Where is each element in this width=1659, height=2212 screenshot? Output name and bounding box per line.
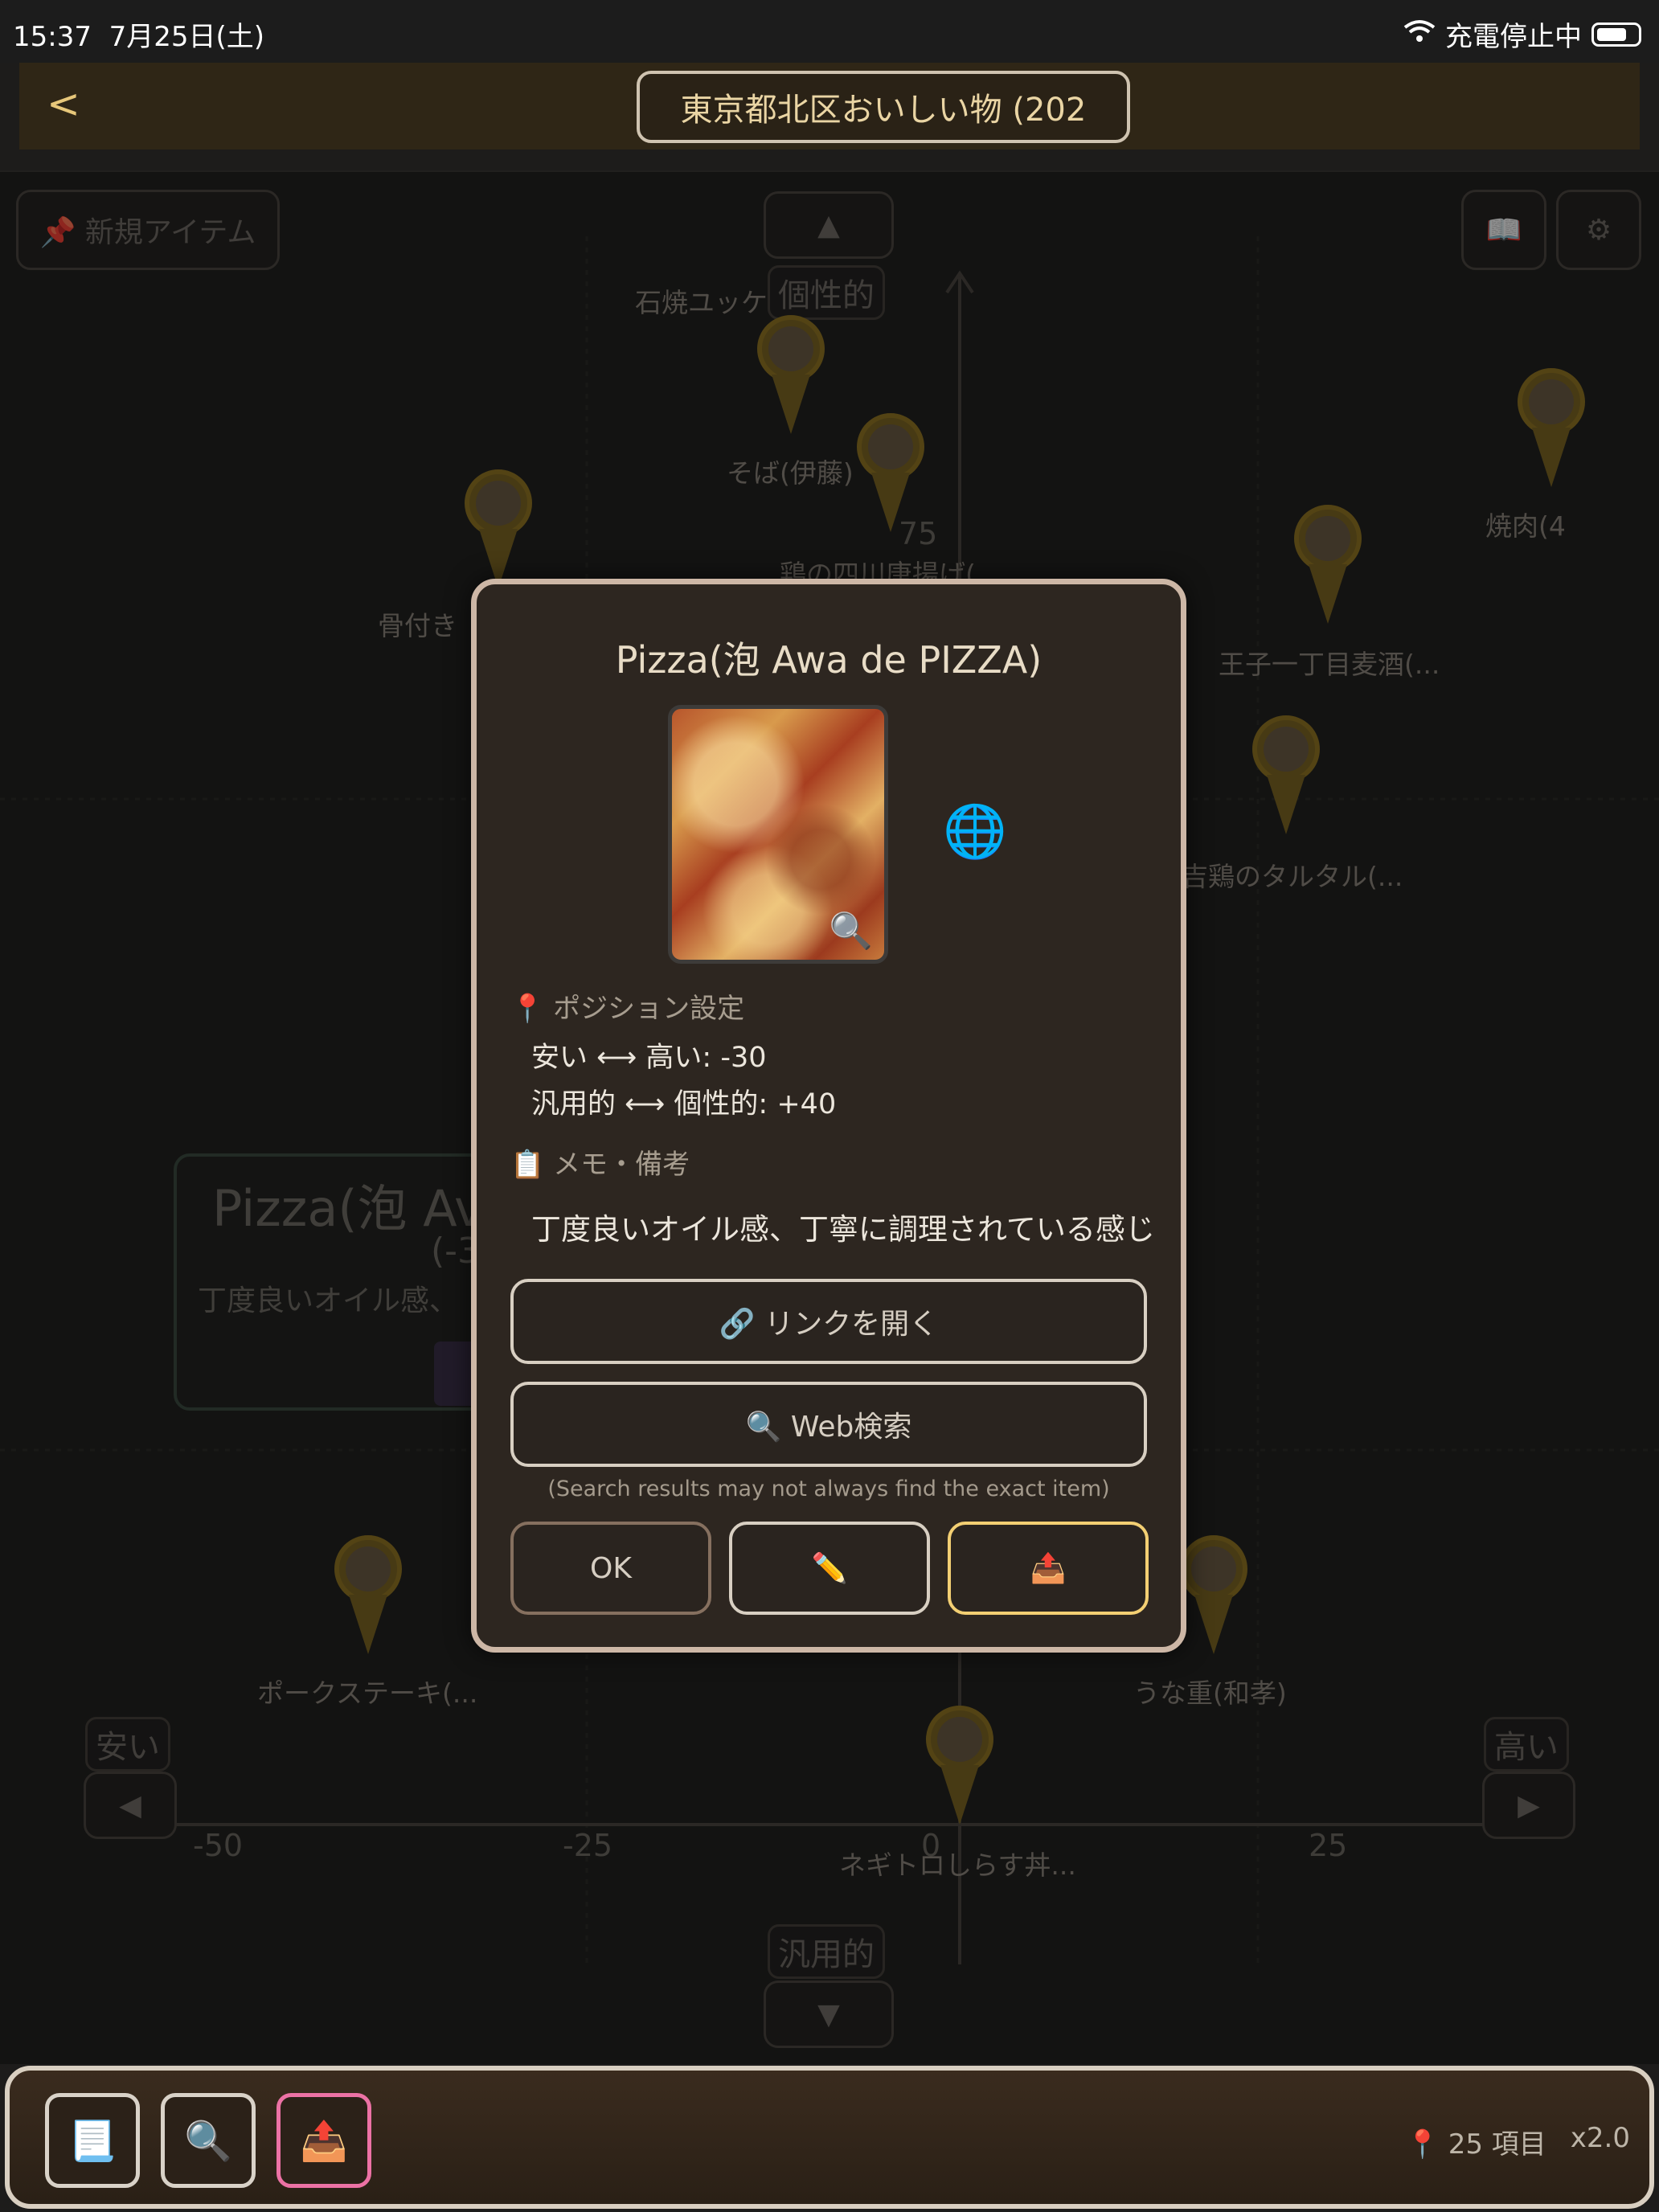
share-icon[interactable]: 📤 <box>276 2093 371 2188</box>
back-button[interactable]: < <box>47 80 80 127</box>
status-date: 7月25日(土) <box>109 21 265 53</box>
item-count: 📍 25 項目 <box>1405 2128 1546 2161</box>
y-position-value: 汎用的 ⟷ 個性的: +40 <box>531 1088 837 1120</box>
position-header: 📍 ポジション設定 <box>510 993 745 1025</box>
globe-icon[interactable]: 🌐 <box>943 801 1007 862</box>
item-detail-dialog: Pizza(泡 Awa de PIZZA) 🔍 🌐 📍 ポジション設定 安い ⟷… <box>471 579 1186 1653</box>
battery-icon <box>1591 22 1641 47</box>
open-link-button[interactable]: 🔗 リンクを開く <box>510 1279 1147 1364</box>
zoom-level: x2.0 <box>1570 2122 1630 2154</box>
wifi-icon <box>1403 18 1436 51</box>
x-position-value: 安い ⟷ 高い: -30 <box>531 1042 767 1074</box>
search-note: (Search results may not always find the … <box>547 1477 1110 1501</box>
search-icon[interactable]: 🔍 <box>161 2093 256 2188</box>
list-icon[interactable]: 📃 <box>45 2093 140 2188</box>
header-bar: < 東京都北区おいしい物 (202 <box>19 63 1640 150</box>
edit-button[interactable]: ✏️ <box>729 1522 930 1615</box>
item-photo[interactable]: 🔍 <box>668 705 888 964</box>
magnify-icon[interactable]: 🔍 <box>829 910 873 952</box>
ok-button[interactable]: OK <box>510 1522 711 1615</box>
dialog-title: Pizza(泡 Awa de PIZZA) <box>615 638 1043 682</box>
charging-status: 充電停止中 <box>1445 21 1582 53</box>
memo-text: 丁度良いオイル感、丁寧に調理されている感じ <box>531 1212 1155 1247</box>
memo-header: 📋 メモ・備考 <box>510 1149 690 1181</box>
web-search-button[interactable]: 🔍 Web検索 <box>510 1382 1147 1467</box>
map-title-button[interactable]: 東京都北区おいしい物 (202 <box>637 71 1130 143</box>
share-button[interactable]: 📤 <box>948 1522 1149 1615</box>
status-time: 15:37 <box>13 21 92 53</box>
status-bar: 15:37 7月25日(土) 充電停止中 <box>0 0 1659 63</box>
bottom-toolbar: 📃 🔍 📤 📍 25 項目 x2.0 <box>5 2066 1654 2209</box>
